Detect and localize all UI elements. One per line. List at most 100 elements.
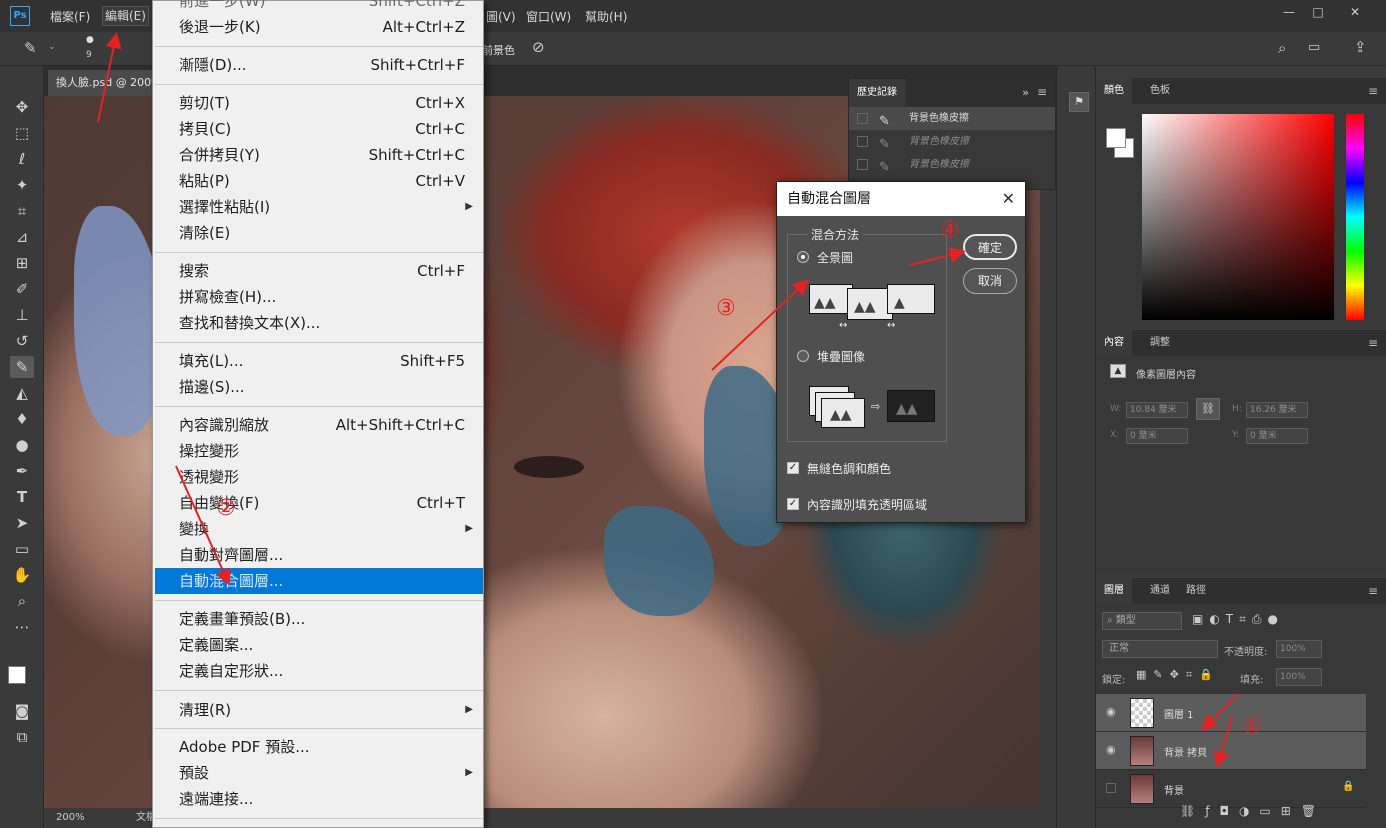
menu-item-fade[interactable]: 漸隱(D)... Shift+Ctrl+F <box>155 52 483 78</box>
collapse-icon[interactable]: » <box>1022 86 1029 99</box>
link-icon[interactable]: ⛓ <box>1196 398 1220 420</box>
panel-menu-icon[interactable]: ≡ <box>1037 85 1047 99</box>
history-row[interactable]: ✎ 背景色橡皮擦 <box>849 107 1055 130</box>
stamp-tool-icon[interactable]: ⊥ <box>10 304 34 326</box>
menu-item-cut[interactable]: 剪切(T) Ctrl+X <box>155 90 483 116</box>
foreground-swatch[interactable] <box>1106 128 1126 148</box>
screen-mode-icon[interactable]: ⧉ <box>10 726 34 748</box>
menu-item-paste-special[interactable]: 選擇性粘貼(I) ▶ <box>155 194 483 220</box>
close-window-button[interactable]: ✕ <box>1342 3 1368 21</box>
panel-menu-icon[interactable]: ≡ <box>1368 584 1378 598</box>
fill-field[interactable]: 100% <box>1276 668 1322 686</box>
height-field[interactable]: 16.26 釐米 <box>1246 402 1308 418</box>
x-field[interactable]: 0 釐米 <box>1126 428 1188 444</box>
lasso-tool-icon[interactable]: ℓ <box>10 148 34 170</box>
menu-item-search[interactable]: 搜索 Ctrl+F <box>155 258 483 284</box>
dodge-tool-icon[interactable]: ● <box>10 434 34 456</box>
foreground-color-swatch[interactable] <box>8 666 26 684</box>
tab-layers[interactable]: 圖層 <box>1096 578 1132 604</box>
brush-tool-icon[interactable]: ✐ <box>10 278 34 300</box>
cancel-button[interactable]: 取消 <box>963 268 1017 294</box>
zoom-tool-icon[interactable]: ⌕ <box>10 590 34 612</box>
menu-item-perspective-warp[interactable]: 透視變形 <box>155 464 483 490</box>
history-panel-icon[interactable]: ⚑ <box>1069 92 1089 112</box>
menu-item-fill[interactable]: 填充(L)... Shift+F5 <box>155 348 483 374</box>
menu-window[interactable]: 窗口(W) <box>526 8 571 25</box>
panorama-radio[interactable] <box>797 251 809 263</box>
maximize-button[interactable]: □ <box>1305 3 1331 21</box>
menu-item-content-aware-scale[interactable]: 內容識別縮放 Alt+Shift+Ctrl+C <box>155 412 483 438</box>
more-tools-icon[interactable]: ⋯ <box>10 616 34 638</box>
menu-item-pdf-presets[interactable]: Adobe PDF 預設... <box>155 734 483 760</box>
menu-item-define-pattern[interactable]: 定義圖案... <box>155 632 483 658</box>
y-field[interactable]: 0 釐米 <box>1246 428 1308 444</box>
zoom-level[interactable]: 200% <box>56 808 85 828</box>
menu-item-clear[interactable]: 清除(E) <box>155 220 483 246</box>
tab-history[interactable]: 歷史記錄 <box>849 79 905 107</box>
visibility-eye-icon[interactable]: ◉ <box>1106 743 1116 756</box>
menu-item-purge[interactable]: 清理(R) ▶ <box>155 697 483 723</box>
menu-item-remote-connections[interactable]: 遠端連接... <box>155 786 483 812</box>
lock-icons[interactable]: ▦✎✥⌗🔒 <box>1136 668 1220 682</box>
blend-mode-select[interactable]: 正常 <box>1102 640 1218 658</box>
menu-help[interactable]: 幫助(H) <box>585 8 627 25</box>
hue-slider[interactable] <box>1346 114 1364 320</box>
menu-item-auto-align-layers[interactable]: 自動對齊圖層... <box>155 542 483 568</box>
menu-edit[interactable]: 編輯(E) <box>102 6 149 26</box>
magic-wand-icon[interactable]: ✦ <box>10 174 34 196</box>
marquee-tool-icon[interactable]: ⬚ <box>10 122 34 144</box>
seamless-tones-label[interactable]: 無縫色調和顏色 <box>807 460 891 477</box>
canvas-vertical-scrollbar[interactable] <box>1040 96 1056 808</box>
menu-item-define-shape[interactable]: 定義自定形狀... <box>155 658 483 684</box>
hand-tool-icon[interactable]: ✋ <box>10 564 34 586</box>
menu-item-transform[interactable]: 變換 ▶ <box>155 516 483 542</box>
tab-adjustments[interactable]: 調整 <box>1142 330 1178 356</box>
menu-item-define-brush[interactable]: 定義畫筆預設(B)... <box>155 606 483 632</box>
eraser-tool-active-icon[interactable]: ✎ <box>10 356 34 378</box>
blur-tool-icon[interactable]: ♦ <box>10 408 34 430</box>
history-row[interactable]: ✎ 背景色橡皮擦 <box>849 153 1055 176</box>
content-aware-fill-checkbox[interactable]: ✓ <box>787 498 799 510</box>
opacity-field[interactable]: 100% <box>1276 640 1322 658</box>
menu-item-step-forward[interactable]: 前進一步(W) Shift+Ctrl+Z <box>155 0 483 14</box>
visibility-eye-icon[interactable]: ◉ <box>1106 705 1116 718</box>
rectangle-tool-icon[interactable]: ▭ <box>10 538 34 560</box>
history-row[interactable]: ✎ 背景色橡皮擦 <box>849 130 1055 153</box>
content-aware-fill-label[interactable]: 內容識別填充透明區域 <box>807 496 927 513</box>
menu-item-free-transform[interactable]: 自由變換(F) Ctrl+T <box>155 490 483 516</box>
layer-row[interactable]: ◉ 背景 拷貝 <box>1096 732 1366 770</box>
menu-item-copy[interactable]: 拷貝(C) Ctrl+C <box>155 116 483 142</box>
history-checkbox[interactable] <box>857 159 868 170</box>
eyedropper-icon[interactable]: ⊿ <box>10 226 34 248</box>
search-icon[interactable]: ⌕ <box>1278 39 1286 57</box>
layer-row[interactable]: 背景 🔒 <box>1096 770 1366 808</box>
panorama-label[interactable]: 全景圖 <box>817 249 853 266</box>
healing-brush-icon[interactable]: ⊞ <box>10 252 34 274</box>
path-select-icon[interactable]: ➤ <box>10 512 34 534</box>
history-checkbox[interactable] <box>857 136 868 147</box>
menu-item-find-replace[interactable]: 查找和替換文本(X)... <box>155 310 483 336</box>
tool-preset-chevron-icon[interactable]: ⌄ <box>48 42 56 52</box>
tab-swatches[interactable]: 色板 <box>1142 78 1178 104</box>
ok-button[interactable]: 確定 <box>963 234 1017 260</box>
document-tab[interactable]: 換人臉.psd @ 200% <box>48 70 158 96</box>
menu-item-presets[interactable]: 預設 ▶ <box>155 760 483 786</box>
history-brush-icon[interactable]: ↺ <box>10 330 34 352</box>
panel-menu-icon[interactable]: ≡ <box>1368 84 1378 98</box>
menu-item-spell-check[interactable]: 拼寫檢查(H)... <box>155 284 483 310</box>
tab-channels[interactable]: 通道 <box>1142 578 1178 604</box>
layer-filter-icons[interactable]: ▣◐T⌗⎙● <box>1192 612 1284 627</box>
seamless-tones-checkbox[interactable]: ✓ <box>787 462 799 474</box>
tab-properties[interactable]: 內容 <box>1096 330 1132 356</box>
quick-mask-icon[interactable]: ◙ <box>10 700 34 722</box>
menu-item-stroke[interactable]: 描邊(S)... <box>155 374 483 400</box>
menu-item-auto-blend-layers[interactable]: 自動混合圖層... <box>155 568 483 594</box>
stack-images-label[interactable]: 堆疊圖像 <box>817 348 865 365</box>
menu-view[interactable]: 圖(V) <box>486 8 516 25</box>
layer-footer-icons[interactable]: ⛓ƒ◘◑▭⊞🗑 <box>1180 804 1326 818</box>
brush-dot-icon[interactable]: ● <box>86 35 94 45</box>
menu-file[interactable]: 檔案(F) <box>50 8 90 25</box>
tab-color[interactable]: 顏色 <box>1096 78 1132 104</box>
share-icon[interactable]: ⇪ <box>1354 38 1367 56</box>
history-checkbox[interactable] <box>857 113 868 124</box>
